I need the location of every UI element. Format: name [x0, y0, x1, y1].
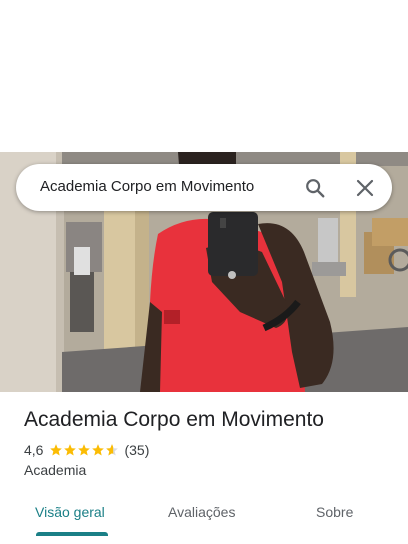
star-rating: [49, 443, 119, 457]
tab-about[interactable]: Sobre: [316, 504, 353, 520]
place-category: Academia: [24, 462, 87, 478]
search-icon[interactable]: [302, 175, 328, 201]
place-info: Academia Corpo em Movimento 4,6 (35) Aca…: [24, 406, 394, 478]
search-query-text[interactable]: Academia Corpo em Movimento: [40, 178, 254, 195]
star-icon: [50, 444, 63, 456]
rating-row[interactable]: 4,6 (35): [24, 440, 394, 460]
tab-reviews[interactable]: Avaliações: [168, 504, 235, 520]
close-icon[interactable]: [352, 175, 378, 201]
review-count[interactable]: (35): [124, 442, 149, 458]
star-icon: [64, 444, 77, 456]
tab-bar: Visão geral Avaliações Sobre: [0, 494, 408, 538]
star-icon: [92, 444, 105, 456]
tab-overview[interactable]: Visão geral: [35, 504, 105, 520]
active-tab-indicator: [36, 532, 108, 536]
search-bar[interactable]: Academia Corpo em Movimento: [16, 164, 392, 211]
rating-value: 4,6: [24, 442, 44, 458]
star-half-icon: [106, 444, 119, 456]
place-title: Academia Corpo em Movimento: [24, 408, 324, 431]
star-icon: [78, 444, 91, 456]
